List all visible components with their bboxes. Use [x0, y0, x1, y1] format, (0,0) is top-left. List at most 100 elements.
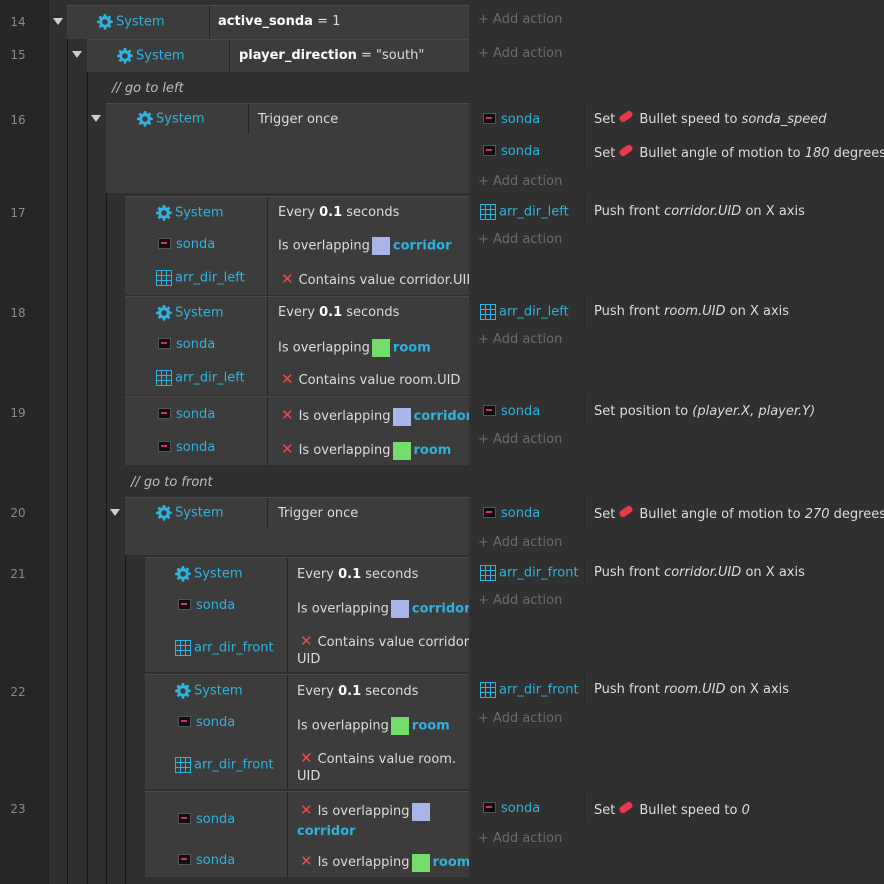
add-action-button[interactable]: + Add action — [478, 232, 562, 247]
collapse-toggle-icon[interactable] — [72, 51, 82, 58]
condition-text[interactable]: Trigger once — [278, 506, 358, 522]
add-action-button[interactable]: + Add action — [478, 46, 562, 61]
condition-object[interactable]: sonda — [178, 812, 235, 828]
condition-text[interactable]: ✕Contains value corridor.UID — [281, 271, 476, 289]
add-action-button[interactable]: + Add action — [478, 174, 562, 189]
action-text[interactable]: Set Bullet angle of motion to 270 degrees — [594, 504, 884, 523]
condition-text[interactable]: ✕ Is overlapping corridor — [297, 800, 433, 842]
condition-text[interactable]: ✕ Is overlapping corridor — [281, 407, 472, 426]
event-22[interactable]: System Every 0.1 seconds sonda Is overla… — [145, 674, 469, 789]
condition-text[interactable]: Every 0.1 seconds — [297, 684, 418, 700]
comment[interactable]: // go to left — [112, 81, 184, 96]
condition-text[interactable]: Every 0.1 seconds — [278, 305, 399, 321]
sprite-icon — [483, 113, 496, 124]
action-text[interactable]: Set Bullet speed to 0 — [594, 800, 750, 819]
condition-object[interactable]: sonda — [158, 440, 215, 456]
action-object[interactable]: sonda — [483, 801, 540, 817]
event-14[interactable]: System active_sonda = 1 — [67, 5, 469, 39]
event-17[interactable]: System Every 0.1 seconds sonda Is overla… — [125, 196, 476, 295]
event-23[interactable]: sonda ✕ Is overlapping corridor sonda ✕ Is … — [145, 791, 470, 877]
condition-object[interactable]: sonda — [158, 237, 215, 253]
action-text[interactable]: Push front room.UID on X axis — [594, 682, 789, 698]
condition-object[interactable]: arr_dir_left — [156, 270, 245, 287]
array-grid-icon — [175, 757, 191, 773]
add-action-button[interactable]: + Add action — [478, 535, 562, 550]
condition-verb: Is overlapping — [278, 340, 370, 356]
event-16[interactable]: System Trigger once — [106, 103, 469, 193]
comment[interactable]: // go to front — [131, 475, 213, 490]
action-text[interactable]: Push front corridor.UID on X axis — [594, 565, 805, 581]
cross-icon: ✕ — [300, 801, 313, 819]
condition-text[interactable]: Is overlapping corridor — [278, 237, 452, 255]
action-object[interactable]: arr_dir_front — [480, 682, 579, 699]
event-20[interactable]: System Trigger once — [125, 497, 469, 555]
condition-object[interactable]: arr_dir_front — [175, 757, 274, 774]
condition-text[interactable]: ✕Contains value room.UID — [297, 750, 456, 785]
action-text[interactable]: Set Bullet angle of motion to 180 degrees — [594, 143, 884, 162]
condition-text[interactable]: Every 0.1 seconds — [278, 205, 399, 221]
condition-text[interactable]: player_direction = "south" — [239, 48, 424, 64]
action-suffix: on X axis — [745, 565, 805, 580]
condition-text[interactable]: active_sonda = 1 — [218, 14, 340, 30]
nesting-guide — [125, 554, 126, 884]
action-object[interactable]: arr_dir_left — [480, 204, 569, 221]
object-name: sonda — [196, 853, 236, 868]
collapse-toggle-icon[interactable] — [53, 18, 63, 25]
add-action-button[interactable]: + Add action — [478, 593, 562, 608]
condition-object[interactable]: System — [175, 566, 242, 583]
condition-object[interactable]: sonda — [178, 715, 235, 731]
action-object[interactable]: sonda — [483, 112, 540, 128]
action-object[interactable]: sonda — [483, 144, 540, 160]
object-name: System — [194, 566, 243, 582]
condition-object[interactable]: System — [156, 205, 223, 222]
action-text[interactable]: Push front room.UID on X axis — [594, 304, 789, 320]
add-action-button[interactable]: + Add action — [478, 711, 562, 726]
add-action-button[interactable]: + Add action — [478, 332, 562, 347]
action-text[interactable]: Set position to (player.X, player.Y) — [594, 404, 815, 420]
condition-object[interactable]: System — [175, 683, 242, 700]
condition-object[interactable]: System — [156, 505, 223, 522]
object-name: System — [156, 111, 205, 127]
event-18[interactable]: System Every 0.1 seconds sonda Is overla… — [125, 296, 469, 395]
action-param: Bullet speed to — [639, 112, 738, 127]
action-object[interactable]: sonda — [483, 506, 540, 522]
add-action-button[interactable]: + Add action — [478, 12, 562, 27]
condition-object[interactable]: arr_dir_left — [156, 370, 245, 387]
action-value: 270 — [804, 507, 830, 522]
line-number: 17 — [10, 206, 26, 220]
event-15[interactable]: System player_direction = "south" — [87, 39, 469, 72]
condition-text[interactable]: ✕ Is overlapping room — [297, 853, 470, 872]
condition-object[interactable]: arr_dir_front — [175, 640, 274, 657]
event-19[interactable]: sonda ✕ Is overlapping corridor sonda ✕ Is … — [125, 396, 472, 465]
condition-verb-cont: UID — [297, 652, 321, 667]
condition-object[interactable]: sonda — [178, 598, 235, 614]
condition-verb: Every — [278, 205, 315, 220]
condition-object[interactable]: sonda — [158, 337, 215, 353]
condition-object[interactable]: System — [97, 14, 164, 31]
line-number: 23 — [10, 802, 26, 816]
add-action-button[interactable]: + Add action — [478, 831, 562, 846]
condition-text[interactable]: Is overlapping corridor — [297, 600, 471, 618]
action-text[interactable]: Set Bullet speed to sonda_speed — [594, 109, 827, 128]
action-object[interactable]: arr_dir_front — [480, 565, 579, 582]
condition-object[interactable]: sonda — [158, 407, 215, 423]
condition-text[interactable]: ✕Contains value corridor.UID — [297, 633, 472, 668]
condition-text[interactable]: Trigger once — [258, 112, 338, 128]
condition-text[interactable]: ✕ Is overlapping room — [281, 441, 451, 460]
action-text[interactable]: Push front corridor.UID on X axis — [594, 204, 805, 220]
sprite-icon — [158, 238, 171, 249]
condition-object[interactable]: sonda — [178, 853, 235, 869]
condition-text[interactable]: Is overlapping room — [297, 717, 450, 735]
add-action-button[interactable]: + Add action — [478, 432, 562, 447]
condition-object[interactable]: System — [156, 305, 223, 322]
collapse-toggle-icon[interactable] — [110, 509, 120, 516]
condition-text[interactable]: ✕Contains value room.UID — [281, 371, 460, 389]
condition-object[interactable]: System — [117, 48, 184, 65]
event-21[interactable]: System Every 0.1 seconds sonda Is overla… — [145, 557, 472, 672]
collapse-toggle-icon[interactable] — [91, 115, 101, 122]
action-object[interactable]: sonda — [483, 404, 540, 420]
action-object[interactable]: arr_dir_left — [480, 304, 569, 321]
condition-text[interactable]: Every 0.1 seconds — [297, 567, 418, 583]
condition-text[interactable]: Is overlapping room — [278, 339, 431, 357]
condition-object[interactable]: System — [137, 111, 204, 128]
